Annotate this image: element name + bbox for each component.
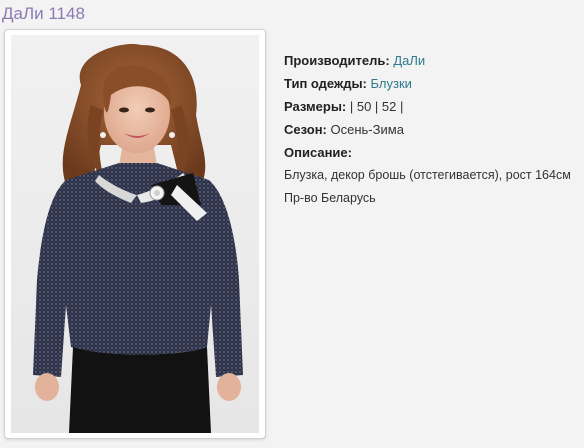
- sizes-label: Размеры:: [284, 99, 347, 114]
- clothing-type-row: Тип одежды: Блузки: [284, 72, 580, 95]
- origin-text: Пр-во Беларусь: [284, 191, 376, 205]
- description-heading-row: Описание:: [284, 141, 580, 164]
- product-photo[interactable]: [11, 35, 259, 433]
- clothing-type-link[interactable]: Блузки: [371, 76, 412, 91]
- sizes-value: | 50 | 52 |: [349, 99, 404, 114]
- season-row: Сезон: Осень-Зима: [284, 118, 580, 141]
- product-photo-frame[interactable]: [4, 29, 266, 439]
- manufacturer-row: Производитель: ДаЛи: [284, 49, 580, 72]
- manufacturer-label: Производитель:: [284, 53, 390, 68]
- season-value: Осень-Зима: [330, 122, 404, 137]
- season-label: Сезон:: [284, 122, 327, 137]
- product-details: Производитель: ДаЛи Тип одежды: Блузки Р…: [284, 49, 580, 210]
- clothing-type-label: Тип одежды:: [284, 76, 367, 91]
- description-text: Блузка, декор брошь (отстегивается), рос…: [284, 168, 571, 182]
- product-title: ДаЛи 1148: [2, 4, 85, 23]
- description-label: Описание:: [284, 145, 352, 160]
- manufacturer-link[interactable]: ДаЛи: [393, 53, 425, 68]
- sizes-row: Размеры: | 50 | 52 |: [284, 95, 580, 118]
